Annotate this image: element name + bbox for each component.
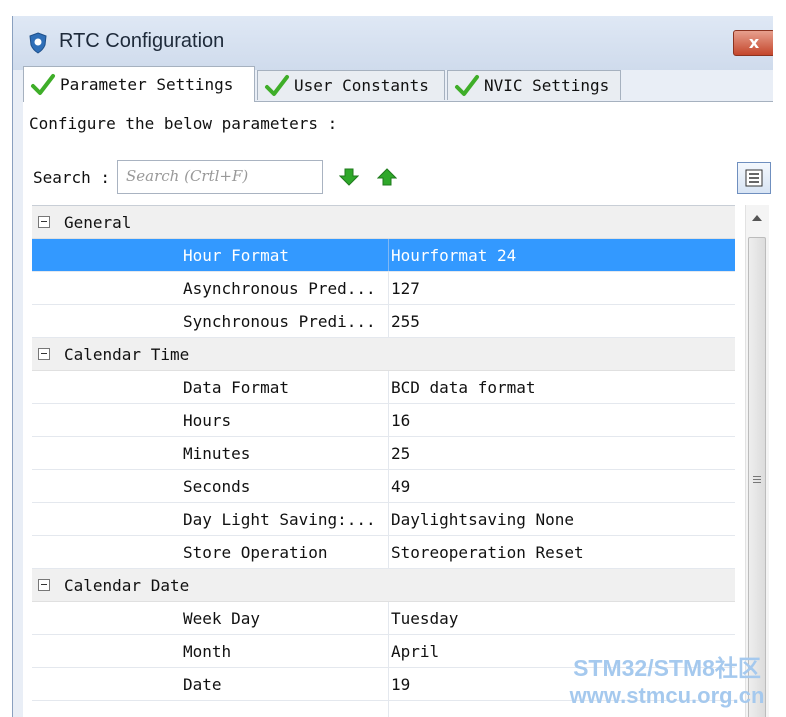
parameter-name: Day Light Saving:... bbox=[183, 510, 376, 529]
parameter-value[interactable]: 127 bbox=[391, 279, 420, 298]
search-label: Search : bbox=[33, 168, 111, 187]
tab-strip: Parameter Settings User Constants NVIC S… bbox=[23, 66, 773, 102]
parameter-row[interactable]: Store Operation Storeoperation Reset bbox=[32, 536, 735, 569]
parameter-value[interactable]: Hourformat 24 bbox=[391, 246, 516, 265]
parameter-row[interactable]: Hours 16 bbox=[32, 404, 735, 437]
parameter-value[interactable]: Daylightsaving None bbox=[391, 510, 574, 529]
parameter-value[interactable]: 16 bbox=[391, 411, 410, 430]
list-view-button[interactable] bbox=[737, 162, 771, 194]
title-bar[interactable]: RTC Configuration x bbox=[13, 16, 773, 70]
tab-label: User Constants bbox=[294, 76, 429, 95]
parameter-row[interactable]: Minutes 25 bbox=[32, 437, 735, 470]
parameter-row[interactable]: Data Format BCD data format bbox=[32, 371, 735, 404]
parameter-value[interactable]: 255 bbox=[391, 312, 420, 331]
parameter-name: Month bbox=[183, 642, 232, 661]
parameter-name: Week Day bbox=[183, 609, 261, 628]
arrow-down-icon[interactable] bbox=[339, 167, 359, 187]
group-label: General bbox=[64, 213, 132, 232]
collapse-icon[interactable] bbox=[38, 348, 50, 360]
parameter-row[interactable]: Day Light Saving:... Daylightsaving None bbox=[32, 503, 735, 536]
parameter-value[interactable]: 25 bbox=[391, 444, 410, 463]
tab-label: Parameter Settings bbox=[60, 75, 234, 94]
group-label: Calendar Time bbox=[64, 345, 190, 364]
parameter-grid: General Hour Format Hourformat 24 Asynch… bbox=[32, 205, 735, 717]
tab-nvic-settings[interactable]: NVIC Settings bbox=[447, 70, 621, 100]
window-title: RTC Configuration bbox=[59, 30, 225, 52]
check-icon bbox=[31, 73, 55, 95]
watermark-line-2: www.stmcu.org.cn bbox=[569, 683, 765, 708]
watermark-line-1: STM32/STM8社区 bbox=[573, 655, 761, 681]
rtc-configuration-window: RTC Configuration x Parameter Settings U… bbox=[12, 16, 773, 717]
check-icon bbox=[455, 74, 479, 96]
parameter-name: Seconds bbox=[183, 477, 251, 496]
close-button[interactable]: x bbox=[733, 30, 773, 56]
parameter-name: Minutes bbox=[183, 444, 251, 463]
parameter-row[interactable]: Synchronous Predi... 255 bbox=[32, 305, 735, 338]
parameter-name: Hour Format bbox=[183, 246, 289, 265]
shield-icon bbox=[29, 32, 47, 54]
group-header-calendar-date[interactable]: Calendar Date bbox=[32, 569, 735, 602]
arrow-up-icon[interactable] bbox=[377, 167, 397, 187]
group-label: Calendar Date bbox=[64, 576, 190, 595]
tab-user-constants[interactable]: User Constants bbox=[257, 70, 445, 100]
panel-description: Configure the below parameters : bbox=[29, 114, 338, 133]
tab-parameter-settings[interactable]: Parameter Settings bbox=[23, 66, 255, 102]
parameter-name: Hours bbox=[183, 411, 232, 430]
parameter-name: Date bbox=[183, 675, 222, 694]
group-header-calendar-time[interactable]: Calendar Time bbox=[32, 338, 735, 371]
parameter-value[interactable]: 49 bbox=[391, 477, 410, 496]
tab-label: NVIC Settings bbox=[484, 76, 610, 95]
list-view-icon bbox=[745, 169, 763, 187]
group-header-general[interactable]: General bbox=[32, 206, 735, 239]
parameter-settings-panel: Configure the below parameters : Search … bbox=[23, 101, 773, 717]
collapse-icon[interactable] bbox=[38, 216, 50, 228]
scroll-up-icon[interactable] bbox=[752, 215, 762, 221]
search-field[interactable] bbox=[117, 160, 323, 194]
collapse-icon[interactable] bbox=[38, 579, 50, 591]
parameter-value[interactable]: BCD data format bbox=[391, 378, 536, 397]
parameter-row[interactable]: Hour Format Hourformat 24 bbox=[32, 239, 735, 272]
parameter-value[interactable]: April bbox=[391, 642, 439, 661]
parameter-value[interactable]: 19 bbox=[391, 675, 410, 694]
watermark: STM32/STM8社区 www.stmcu.org.cn bbox=[553, 655, 781, 709]
parameter-value[interactable]: Storeoperation Reset bbox=[391, 543, 584, 562]
parameter-name: Synchronous Predi... bbox=[183, 312, 376, 331]
search-input[interactable] bbox=[118, 161, 322, 191]
check-icon bbox=[265, 74, 289, 96]
parameter-row[interactable]: Asynchronous Pred... 127 bbox=[32, 272, 735, 305]
vertical-scrollbar[interactable] bbox=[745, 205, 769, 717]
parameter-value[interactable]: Tuesday bbox=[391, 609, 458, 628]
parameter-name: Asynchronous Pred... bbox=[183, 279, 376, 298]
parameter-row[interactable]: Week Day Tuesday bbox=[32, 602, 735, 635]
parameter-name: Data Format bbox=[183, 378, 289, 397]
parameter-row[interactable]: Seconds 49 bbox=[32, 470, 735, 503]
parameter-name: Store Operation bbox=[183, 543, 328, 562]
scrollbar-thumb[interactable] bbox=[748, 237, 766, 717]
